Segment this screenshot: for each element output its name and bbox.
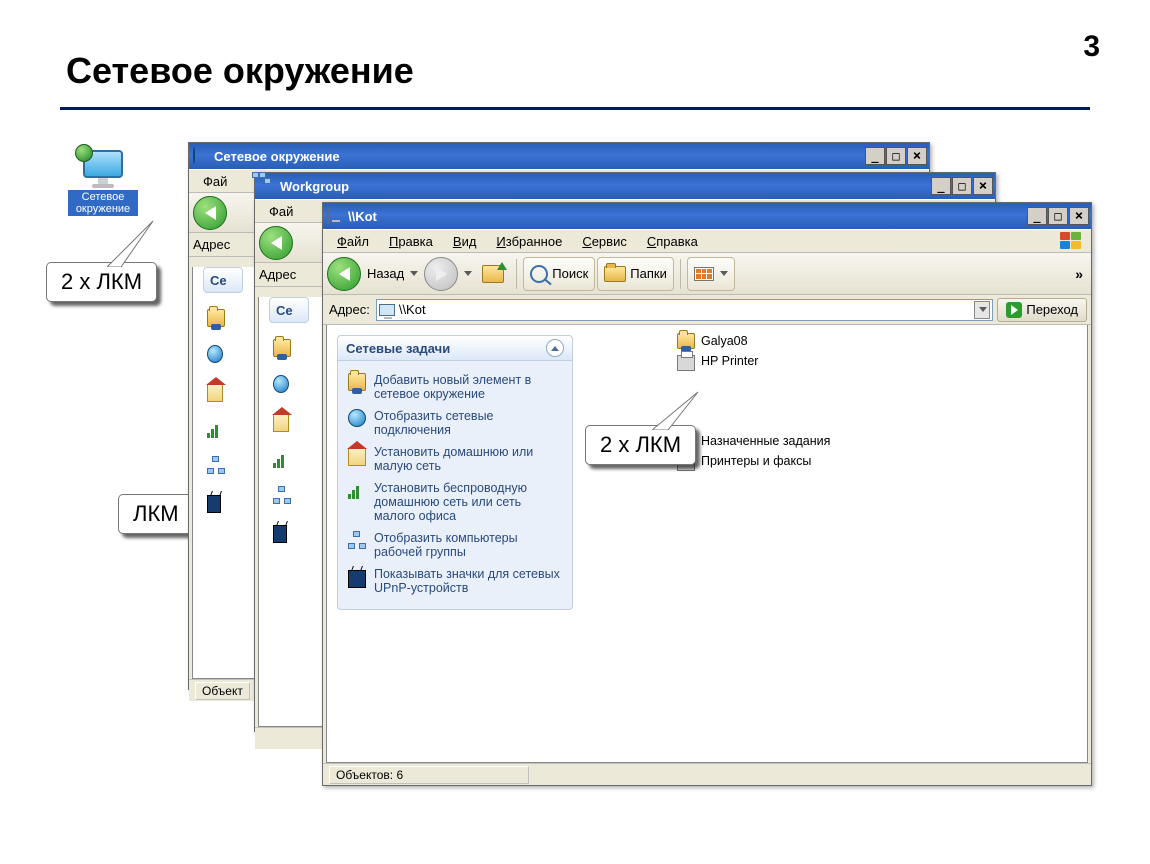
- shared-folder-icon: [677, 333, 695, 349]
- maximize-button[interactable]: □: [1048, 207, 1068, 225]
- callout-doubleclick-1: 2 х ЛКМ: [46, 262, 157, 302]
- go-arrow-icon: [1006, 302, 1022, 318]
- slide-title: Сетевое окружение: [66, 50, 1090, 92]
- views-icon: [694, 267, 714, 281]
- folder-share-icon: [348, 373, 366, 391]
- side-panel-header-partial[interactable]: Се: [269, 297, 309, 323]
- globe-icon: [348, 409, 366, 427]
- menu-tools[interactable]: Сервис: [572, 232, 637, 251]
- folder-icon: [604, 266, 626, 282]
- address-label: Адрес: [193, 237, 230, 252]
- back-button[interactable]: [259, 226, 293, 260]
- window-title: Сетевое окружение: [214, 149, 340, 164]
- up-button[interactable]: [476, 257, 510, 291]
- minimize-button[interactable]: _: [865, 147, 885, 165]
- menu-file-partial[interactable]: Фай: [193, 172, 237, 191]
- address-dropdown[interactable]: [974, 301, 990, 319]
- search-icon: [530, 265, 548, 283]
- globe-icon: [273, 375, 289, 393]
- address-label: Адрес: [259, 267, 296, 282]
- upnp-icon: [207, 495, 221, 513]
- address-label: Адрес:: [327, 302, 372, 317]
- address-value: \\Kot: [399, 302, 426, 317]
- home-icon: [207, 384, 223, 402]
- callout-click: ЛКМ: [118, 494, 194, 534]
- chevron-down-icon[interactable]: [464, 271, 472, 276]
- menu-edit[interactable]: Правка: [379, 232, 443, 251]
- title-divider: [60, 107, 1090, 110]
- search-button[interactable]: Поиск: [523, 257, 595, 291]
- views-button[interactable]: [687, 257, 735, 291]
- tasks-panel-header[interactable]: Сетевые задачи: [337, 335, 573, 361]
- collapse-icon[interactable]: [546, 339, 564, 357]
- window-kot: \\Kot _ □ × Файл Правка Вид Избранное Се…: [322, 202, 1092, 786]
- tasks-panel: Сетевые задачи Добавить новый элемент в …: [337, 335, 573, 610]
- upnp-icon: [348, 570, 366, 588]
- address-bar: Адрес: \\Kot Переход: [323, 295, 1091, 325]
- upnp-icon: [273, 525, 287, 543]
- desktop-icon-label: Сетевое окружение: [68, 190, 138, 216]
- side-panel-header-partial[interactable]: Се: [203, 267, 243, 293]
- folders-button[interactable]: Папки: [597, 257, 674, 291]
- desktop-network-places-icon[interactable]: Сетевое окружение: [68, 150, 138, 216]
- minimize-button[interactable]: _: [1027, 207, 1047, 225]
- minimize-button[interactable]: _: [931, 177, 951, 195]
- menu-file[interactable]: Файл: [327, 232, 379, 251]
- network-icon: [348, 531, 366, 549]
- menu-favorites[interactable]: Избранное: [486, 232, 572, 251]
- network-icon: [207, 456, 225, 474]
- list-item[interactable]: Galya08: [677, 331, 830, 351]
- list-item[interactable]: HP Printer: [677, 351, 830, 371]
- home-icon: [348, 448, 366, 466]
- titlebar[interactable]: \\Kot _ □ ×: [323, 203, 1091, 229]
- status-bar: Объект: [195, 682, 250, 700]
- close-button[interactable]: ×: [1069, 207, 1089, 225]
- globe-icon: [207, 345, 223, 363]
- task-setup-wireless[interactable]: Установить беспроводную домашнюю сеть ил…: [346, 477, 564, 527]
- titlebar[interactable]: Сетевое окружение _ □ ×: [189, 143, 929, 169]
- toolbar-overflow[interactable]: »: [1075, 266, 1083, 282]
- wireless-icon: [348, 481, 366, 499]
- menu-help[interactable]: Справка: [637, 232, 708, 251]
- list-item[interactable]: Назначенные задания: [677, 431, 830, 451]
- page-number: 3: [1083, 30, 1100, 64]
- chevron-down-icon[interactable]: [720, 271, 728, 276]
- task-add-network-place[interactable]: Добавить новый элемент в сетевое окружен…: [346, 369, 564, 405]
- back-button[interactable]: [193, 196, 227, 230]
- back-button[interactable]: [327, 257, 361, 291]
- list-item[interactable]: Принтеры и факсы: [677, 451, 830, 471]
- computer-icon: [379, 304, 395, 316]
- address-input[interactable]: \\Kot: [376, 299, 994, 321]
- menu-file-partial[interactable]: Фай: [259, 202, 303, 221]
- maximize-button[interactable]: □: [952, 177, 972, 195]
- go-button[interactable]: Переход: [997, 298, 1087, 322]
- close-button[interactable]: ×: [907, 147, 927, 165]
- close-button[interactable]: ×: [973, 177, 993, 195]
- home-icon: [273, 414, 289, 432]
- folder-share-icon: [207, 309, 225, 327]
- menu-view[interactable]: Вид: [443, 232, 487, 251]
- window-title: Workgroup: [280, 179, 349, 194]
- chevron-down-icon[interactable]: [410, 271, 418, 276]
- maximize-button[interactable]: □: [886, 147, 906, 165]
- menu-bar: Файл Правка Вид Избранное Сервис Справка: [323, 229, 1091, 253]
- toolbar: Назад Поиск Папки »: [323, 253, 1091, 295]
- task-show-upnp[interactable]: Показывать значки для сетевых UPnP-устро…: [346, 563, 564, 599]
- forward-button[interactable]: [424, 257, 458, 291]
- task-view-workgroup[interactable]: Отобразить компьютеры рабочей группы: [346, 527, 564, 563]
- windows-logo-icon: [1051, 230, 1091, 252]
- network-icon: [273, 486, 291, 504]
- folder-share-icon: [273, 339, 291, 357]
- titlebar[interactable]: Workgroup _ □ ×: [255, 173, 995, 199]
- window-title: \\Kot: [348, 209, 377, 224]
- back-label[interactable]: Назад: [363, 257, 422, 291]
- callout-doubleclick-2: 2 х ЛКМ: [585, 425, 696, 465]
- task-view-connections[interactable]: Отобразить сетевые подключения: [346, 405, 564, 441]
- status-bar: Объектов: 6: [329, 766, 529, 784]
- printer-icon: [677, 355, 695, 371]
- task-setup-home-network[interactable]: Установить домашнюю или малую сеть: [346, 441, 564, 477]
